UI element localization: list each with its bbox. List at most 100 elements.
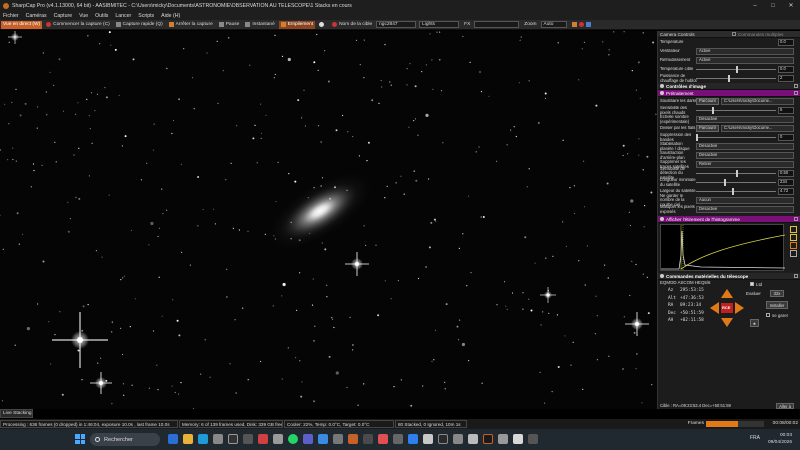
app-icon[interactable]	[273, 434, 283, 444]
browse-button[interactable]: Parcourir	[696, 98, 719, 105]
windows-start-button[interactable]	[75, 434, 85, 444]
control-slider[interactable]	[696, 179, 776, 186]
app-icon[interactable]	[348, 434, 358, 444]
slider-handle[interactable]	[736, 170, 738, 177]
scope-controls-header[interactable]: Commandes matérielles du télescope	[658, 273, 800, 280]
control-value[interactable]: 4.72	[778, 188, 794, 195]
reset-stretch-icon[interactable]	[790, 234, 797, 241]
menu-fichier[interactable]: Fichier	[3, 13, 19, 19]
control-value[interactable]: 0.0	[778, 66, 794, 73]
file-path-select[interactable]: C:\Users\micky\Docume...	[721, 98, 794, 105]
control-slider[interactable]	[696, 75, 776, 82]
slew-east-button[interactable]	[735, 302, 744, 314]
slew-south-button[interactable]	[721, 318, 733, 327]
app-icon[interactable]	[378, 434, 388, 444]
histogram-chart[interactable]	[660, 224, 785, 271]
menu-vue[interactable]: Vue	[79, 13, 88, 19]
stacking-button[interactable]: Empilement	[278, 20, 316, 29]
slew-west-button[interactable]	[710, 302, 719, 314]
control-select[interactable]: Activé	[696, 48, 794, 55]
control-select[interactable]: Désactivé	[696, 206, 794, 213]
menu-lancer[interactable]: Lancer	[115, 13, 131, 19]
control-slider[interactable]	[696, 170, 776, 177]
slew-rate-select[interactable]: 32x	[770, 290, 784, 297]
app-icon[interactable]	[333, 434, 343, 444]
multi-controls-checkbox[interactable]	[732, 32, 736, 36]
file-path-select[interactable]: C:\Users\micky\Docume...	[721, 125, 794, 132]
app-icon[interactable]	[393, 434, 403, 444]
app-icon[interactable]	[228, 434, 238, 444]
control-select[interactable]: Retirer	[696, 161, 794, 168]
close-button[interactable]: ✕	[782, 0, 800, 11]
app-icon[interactable]	[453, 434, 463, 444]
refresh-icon[interactable]	[790, 242, 797, 249]
start-capture-button[interactable]: Commencer la capture (C)	[44, 21, 112, 29]
menu-aide[interactable]: Aide (H)	[161, 13, 180, 19]
slider-handle[interactable]	[736, 66, 738, 73]
histogram-header[interactable]: Afficher l'étirement de l'histogramme	[658, 216, 800, 223]
sharpcap-task-icon[interactable]	[483, 434, 493, 444]
control-slider[interactable]	[696, 134, 776, 141]
display-options-button[interactable]	[570, 21, 595, 29]
app-icon[interactable]	[468, 434, 478, 444]
app-icon[interactable]	[513, 434, 523, 444]
taskbar-clock[interactable]: 00:03 09/04/2026	[768, 432, 792, 446]
image-controls-header[interactable]: Contrôles d'image	[658, 83, 800, 90]
quick-capture-button[interactable]: Capture rapide (Q)	[114, 21, 165, 29]
preprocessing-header[interactable]: Prétraitement	[658, 90, 800, 97]
browse-button[interactable]: Parcourir	[696, 125, 719, 132]
control-select[interactable]: Activé	[696, 57, 794, 64]
slider-handle[interactable]	[712, 107, 714, 114]
whatsapp-icon[interactable]	[288, 434, 298, 444]
menu-cameras[interactable]: Caméras	[26, 13, 47, 19]
zoom-select[interactable]: Auto	[540, 21, 567, 28]
control-value[interactable]: 234	[778, 179, 794, 186]
menu-capture[interactable]: Capture	[54, 13, 72, 19]
slider-handle[interactable]	[724, 179, 726, 186]
live-image-view[interactable]	[0, 31, 657, 409]
edge-icon[interactable]	[198, 434, 208, 444]
taskbar-search[interactable]: Rechercher	[90, 433, 160, 446]
control-select[interactable]: Désactivé	[696, 143, 794, 150]
slider-handle[interactable]	[728, 75, 730, 82]
app-icon[interactable]	[258, 434, 268, 444]
file-explorer-icon[interactable]	[183, 434, 193, 444]
control-select[interactable]: Désactivé	[696, 152, 794, 159]
slider-handle[interactable]	[696, 134, 698, 141]
pause-button[interactable]: Pause	[217, 21, 242, 29]
stop-capture-button[interactable]: Arrêter la capture	[167, 21, 215, 29]
install-button[interactable]: Installer	[766, 301, 788, 309]
app-icon[interactable]	[363, 434, 373, 444]
control-select[interactable]: Désactivé	[696, 116, 794, 123]
target-name-input[interactable]: ngc2847	[376, 21, 417, 28]
menu-outils[interactable]: Outils	[95, 13, 108, 19]
control-value[interactable]: 0	[778, 134, 794, 141]
app-icon[interactable]	[318, 434, 328, 444]
control-value[interactable]: 5	[778, 107, 794, 114]
auto-stretch-icon[interactable]	[790, 226, 797, 233]
park-checkbox[interactable]	[766, 313, 770, 317]
frame-type-select[interactable]: Lights	[419, 21, 460, 28]
control-value[interactable]: 2	[778, 75, 794, 82]
live-stacking-tab[interactable]: Live Stacking	[0, 409, 33, 418]
control-slider[interactable]	[696, 107, 776, 114]
minimize-button[interactable]: –	[746, 0, 764, 11]
live-view-button[interactable]: Vue en direct (W)	[1, 20, 43, 29]
control-slider[interactable]	[696, 188, 776, 195]
panel-close-icon[interactable]	[794, 84, 798, 88]
app-icon[interactable]	[438, 434, 448, 444]
app-icon[interactable]	[498, 434, 508, 444]
task-view-icon[interactable]	[168, 434, 178, 444]
panel-close-icon[interactable]	[794, 91, 798, 95]
app-icon[interactable]	[528, 434, 538, 444]
track-checkbox[interactable]	[750, 282, 754, 286]
panel-close-icon[interactable]	[794, 274, 798, 278]
control-slider[interactable]	[696, 66, 776, 73]
app-icon[interactable]	[243, 434, 253, 444]
park-button[interactable]: ★	[750, 319, 759, 327]
slew-north-button[interactable]	[721, 289, 733, 298]
app-icon[interactable]	[423, 434, 433, 444]
fx-select[interactable]	[474, 21, 520, 28]
menu-scripts[interactable]: Scripts	[138, 13, 154, 19]
teams-icon[interactable]	[303, 434, 313, 444]
